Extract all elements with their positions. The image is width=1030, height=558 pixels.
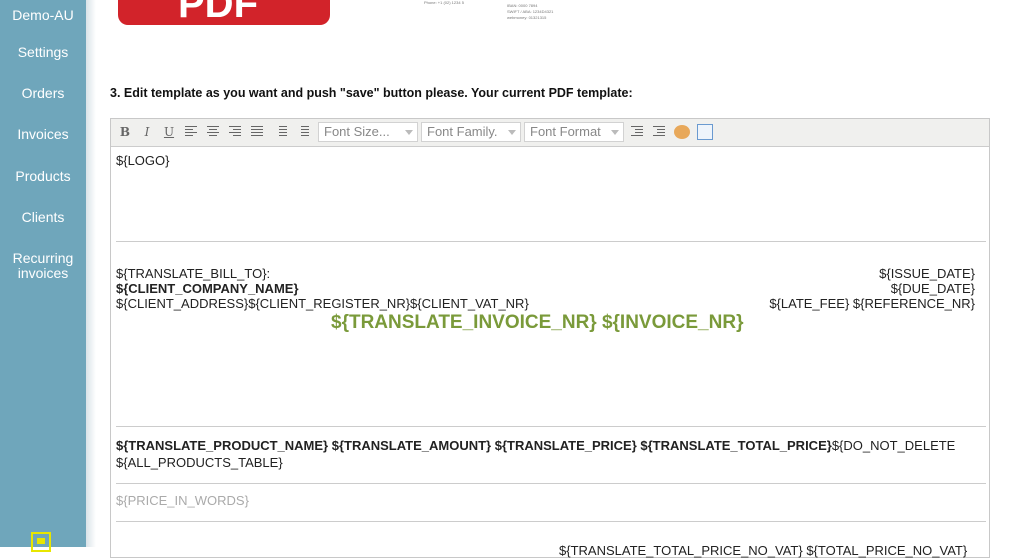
late-fee-placeholder: ${LATE_FEE} ${REFERENCE_NR} (769, 296, 975, 311)
chevron-down-icon (508, 130, 516, 135)
bill-to-placeholder: ${TRANSLATE_BILL_TO}: (116, 266, 271, 281)
totals-placeholder: ${TRANSLATE_TOTAL_PRICE_NO_VAT} ${TOTAL_… (559, 543, 968, 558)
product-header-placeholder: ${TRANSLATE_PRODUCT_NAME} ${TRANSLATE_AM… (116, 438, 832, 453)
ordered-list-icon[interactable] (275, 126, 287, 138)
do-not-delete-placeholder: ${DO_NOT_DELETE (831, 438, 956, 453)
logout-icon[interactable] (31, 532, 51, 552)
issue-date-placeholder: ${ISSUE_DATE} (879, 266, 975, 281)
divider (116, 521, 986, 522)
color-palette-icon[interactable] (674, 125, 690, 139)
pdf-logo-preview: PDF (118, 0, 330, 26)
underline-button[interactable]: U (162, 125, 176, 139)
thumb-line-4: webmoney: 01321315 (507, 15, 547, 20)
invoice-number-placeholder: ${TRANSLATE_INVOICE_NR} ${INVOICE_NR} (331, 312, 744, 333)
align-center-icon[interactable] (207, 126, 219, 138)
sidebar: Demo-AU Settings Orders Invoices Product… (0, 0, 86, 552)
font-format-value: Font Format (530, 124, 601, 139)
editor-toolbar: B I U Font Size... Font Family. Font For… (111, 119, 989, 147)
address-placeholder: ${CLIENT_ADDRESS}${CLIENT_REGISTER_NR}${… (116, 296, 529, 311)
divider (116, 426, 986, 427)
pdf-logo-text: PDF (178, 0, 258, 26)
divider (116, 241, 986, 242)
bold-button[interactable]: B (118, 125, 132, 139)
due-date-placeholder: ${DUE_DATE} (890, 281, 975, 296)
thumb-line-1: Phone: +1 (02) 1234 5 (424, 0, 464, 5)
align-left-icon[interactable] (185, 126, 197, 138)
indent-icon[interactable] (653, 126, 665, 138)
logo-placeholder: ${LOGO} (116, 153, 170, 168)
font-format-select[interactable]: Font Format (524, 122, 624, 142)
sidebar-item-recurring-label-line2: invoices (17, 265, 69, 281)
font-family-value: Font Family. (427, 124, 498, 139)
sidebar-item-orders[interactable]: Orders (0, 86, 86, 101)
font-size-select[interactable]: Font Size... (318, 122, 418, 142)
insert-image-icon[interactable] (697, 124, 713, 140)
price-in-words-placeholder: ${PRICE_IN_WORDS} (116, 493, 249, 508)
sidebar-item-invoices[interactable]: Invoices (0, 127, 86, 142)
sidebar-item-account[interactable]: Demo-AU (0, 8, 86, 23)
font-size-value: Font Size... (324, 124, 390, 139)
sidebar-item-recurring-invoices[interactable]: Recurring invoices (0, 251, 86, 281)
chevron-down-icon (611, 130, 619, 135)
sidebar-item-settings[interactable]: Settings (0, 45, 86, 60)
italic-button[interactable]: I (140, 125, 154, 139)
instruction-text: 3. Edit template as you want and push "s… (110, 86, 633, 100)
outdent-icon[interactable] (631, 126, 643, 138)
product-header-row: ${TRANSLATE_PRODUCT_NAME} ${TRANSLATE_AM… (116, 438, 955, 453)
products-table-placeholder: ${ALL_PRODUCTS_TABLE} (116, 455, 283, 470)
template-editor[interactable]: B I U Font Size... Font Family. Font For… (110, 118, 990, 558)
divider (116, 483, 986, 484)
company-placeholder: ${CLIENT_COMPANY_NAME} (116, 281, 299, 296)
align-right-icon[interactable] (229, 126, 241, 138)
chevron-down-icon (405, 130, 413, 135)
thumb-line-2: IBAN: 0000 7894 (507, 3, 538, 8)
thumb-line-3: SWIFT / ABA: 1234D4321 (507, 9, 554, 14)
sidebar-item-clients[interactable]: Clients (0, 210, 86, 225)
editor-content[interactable]: ${LOGO} ${TRANSLATE_BILL_TO}: ${CLIENT_C… (111, 147, 989, 558)
sidebar-item-recurring-label-line1: Recurring (12, 250, 74, 266)
align-justify-icon[interactable] (251, 126, 263, 138)
sidebar-item-products[interactable]: Products (0, 169, 86, 184)
font-family-select[interactable]: Font Family. (421, 122, 521, 142)
unordered-list-icon[interactable] (297, 126, 309, 138)
sidebar-shadow (86, 0, 96, 547)
